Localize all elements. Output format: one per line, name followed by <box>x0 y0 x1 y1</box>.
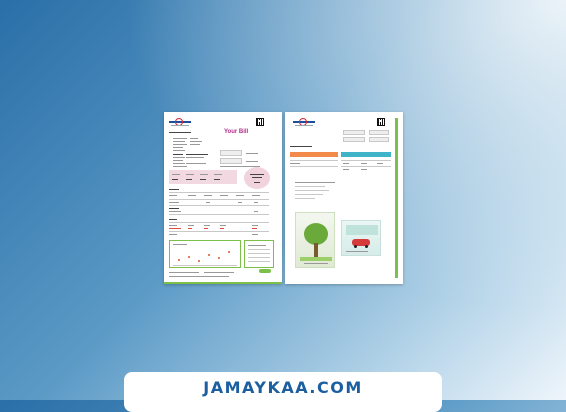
electric-car-ad <box>341 220 381 256</box>
page-bottom-stripe <box>164 282 282 284</box>
qr-code-icon <box>377 118 385 126</box>
consumption-chart <box>169 240 241 268</box>
bill-page-back <box>285 112 403 284</box>
site-banner: JAMAYKAA.COM <box>124 372 442 412</box>
total-amount-badge <box>244 167 270 189</box>
site-name: JAMAYKAA.COM <box>203 378 363 397</box>
info-box <box>220 158 242 164</box>
green-tree-ad <box>295 212 335 268</box>
bill-title: Your Bill <box>224 129 249 135</box>
bill-page-front: Your Bill <box>164 112 282 284</box>
info-box <box>220 150 242 156</box>
qr-code-icon <box>256 118 264 126</box>
company-logo <box>293 118 315 127</box>
amount-summary <box>169 170 237 184</box>
text-line <box>169 132 191 133</box>
company-logo <box>169 118 191 127</box>
table-header-teal <box>341 152 391 157</box>
summary-box <box>244 240 274 268</box>
background-highlight <box>0 0 566 400</box>
pay-badge <box>259 269 271 273</box>
table-header-orange <box>290 152 338 157</box>
page-side-stripe <box>395 118 398 278</box>
